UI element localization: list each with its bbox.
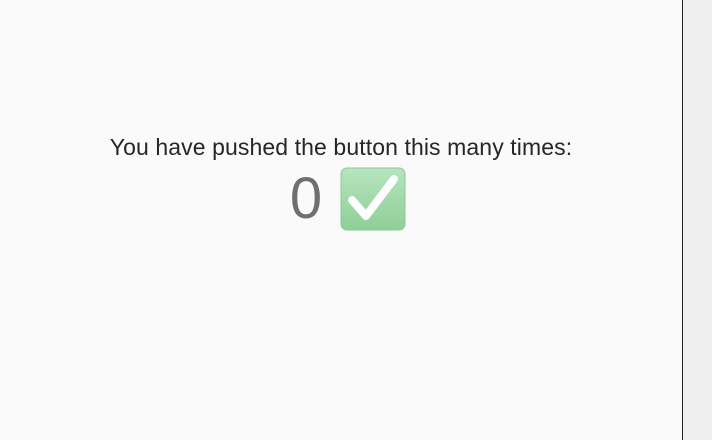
green-checkmark-icon [340, 167, 406, 231]
counter-row: 0 [0, 164, 682, 234]
side-panel [683, 0, 712, 440]
content-area: You have pushed the button this many tim… [0, 0, 682, 440]
app-window: You have pushed the button this many tim… [0, 0, 712, 440]
counter-value: 0 [289, 166, 323, 231]
counter-message: You have pushed the button this many tim… [109, 134, 573, 160]
